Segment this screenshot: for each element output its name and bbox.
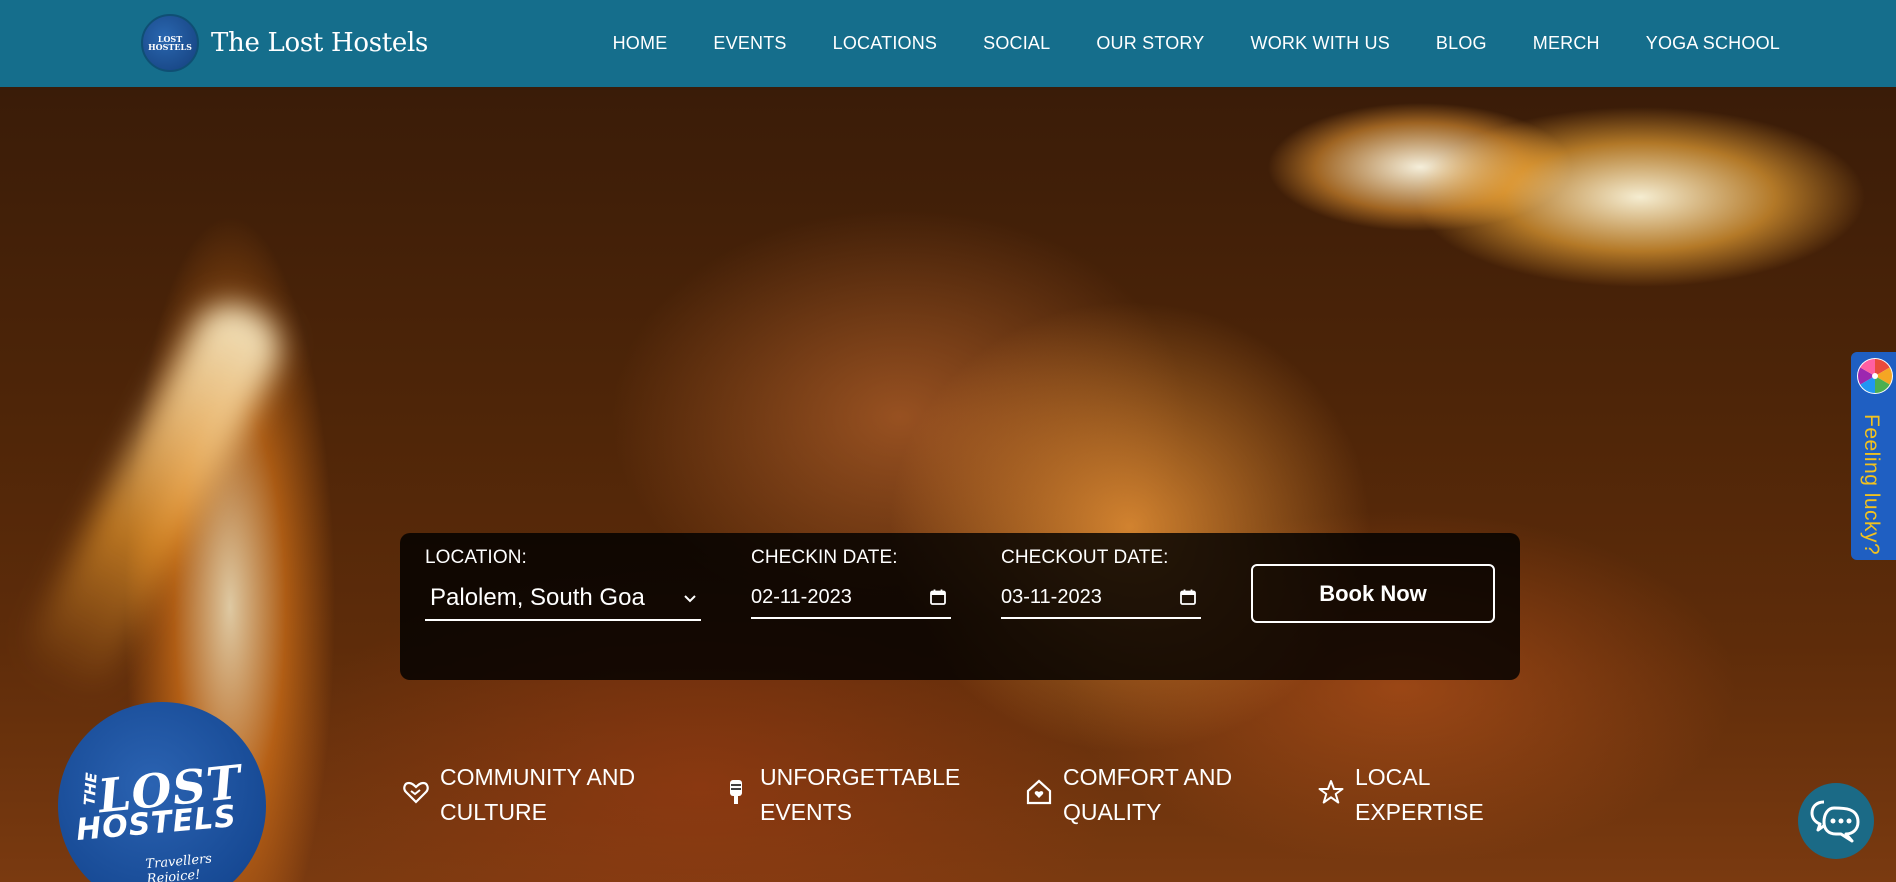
- book-now-button[interactable]: Book Now: [1251, 564, 1495, 623]
- spin-wheel-icon: [1857, 358, 1893, 394]
- nav-locations[interactable]: LOCATIONS: [810, 33, 960, 54]
- booking-bar: LOCATION: Palolem, South Goa CHECKIN DAT…: [400, 533, 1520, 680]
- nav-our-story[interactable]: OUR STORY: [1073, 33, 1227, 54]
- feature-comfort: COMFORT AND QUALITY: [1025, 760, 1232, 830]
- nav-yoga-school[interactable]: YOGA SCHOOL: [1623, 33, 1780, 54]
- feature-events-text: UNFORGETTABLE EVENTS: [760, 764, 961, 825]
- feature-expertise: LOCAL EXPERTISE: [1317, 760, 1484, 830]
- feature-community-text: COMMUNITY AND CULTURE: [440, 764, 636, 825]
- fire-streak: [16, 290, 294, 704]
- heart-handshake-icon: [403, 781, 429, 804]
- location-select[interactable]: Palolem, South Goa: [425, 577, 701, 621]
- feature-expertise-text: LOCAL EXPERTISE: [1355, 764, 1484, 825]
- checkin-field: CHECKIN DATE: 02-11-2023: [751, 547, 951, 619]
- nav-events[interactable]: EVENTS: [690, 33, 809, 54]
- checkin-date-input[interactable]: 02-11-2023: [751, 577, 951, 619]
- site-header: LOST HOSTELS The Lost Hostels HOME EVENT…: [0, 0, 1896, 87]
- location-field: LOCATION: Palolem, South Goa: [425, 547, 701, 621]
- nav-social[interactable]: SOCIAL: [960, 33, 1073, 54]
- location-value: Palolem, South Goa: [430, 584, 645, 611]
- feeling-lucky-tab[interactable]: Feeling lucky?: [1851, 352, 1896, 560]
- nav-blog[interactable]: BLOG: [1413, 33, 1510, 54]
- chevron-down-icon: [684, 595, 696, 603]
- feeling-lucky-label: Feeling lucky?: [1860, 414, 1883, 556]
- chat-button[interactable]: [1798, 783, 1874, 859]
- brand[interactable]: LOST HOSTELS The Lost Hostels: [141, 14, 428, 72]
- checkout-date-input[interactable]: 03-11-2023: [1001, 577, 1201, 619]
- checkout-field: CHECKOUT DATE: 03-11-2023: [1001, 547, 1201, 619]
- location-label: LOCATION:: [425, 547, 527, 568]
- brand-logo[interactable]: LOST HOSTELS: [141, 14, 199, 72]
- nav-work-with-us[interactable]: WORK WITH US: [1228, 33, 1413, 54]
- feature-community: COMMUNITY AND CULTURE: [402, 760, 635, 830]
- checkin-value: 02-11-2023: [751, 585, 852, 608]
- features-row: COMMUNITY AND CULTURE UNFORGETTABLE EVEN…: [0, 760, 1896, 840]
- logo-tagline: Travellers Rejoice!: [144, 851, 213, 882]
- calendar-icon[interactable]: [1179, 588, 1197, 606]
- checkout-label: CHECKOUT DATE:: [1001, 547, 1169, 568]
- feature-comfort-text: COMFORT AND QUALITY: [1063, 764, 1233, 825]
- microphone-icon: [730, 780, 742, 804]
- checkout-value: 03-11-2023: [1001, 585, 1102, 608]
- feature-events: UNFORGETTABLE EVENTS: [722, 760, 960, 830]
- chat-bubbles-icon: [1810, 800, 1860, 843]
- nav-merch[interactable]: MERCH: [1510, 33, 1623, 54]
- nav-home[interactable]: HOME: [590, 33, 691, 54]
- house-icon: [1026, 779, 1052, 805]
- checkin-label: CHECKIN DATE:: [751, 547, 898, 568]
- main-nav: HOME EVENTS LOCATIONS SOCIAL OUR STORY W…: [590, 0, 1780, 87]
- calendar-icon[interactable]: [929, 588, 947, 606]
- star-icon: [1318, 780, 1344, 804]
- brand-name[interactable]: The Lost Hostels: [211, 28, 428, 58]
